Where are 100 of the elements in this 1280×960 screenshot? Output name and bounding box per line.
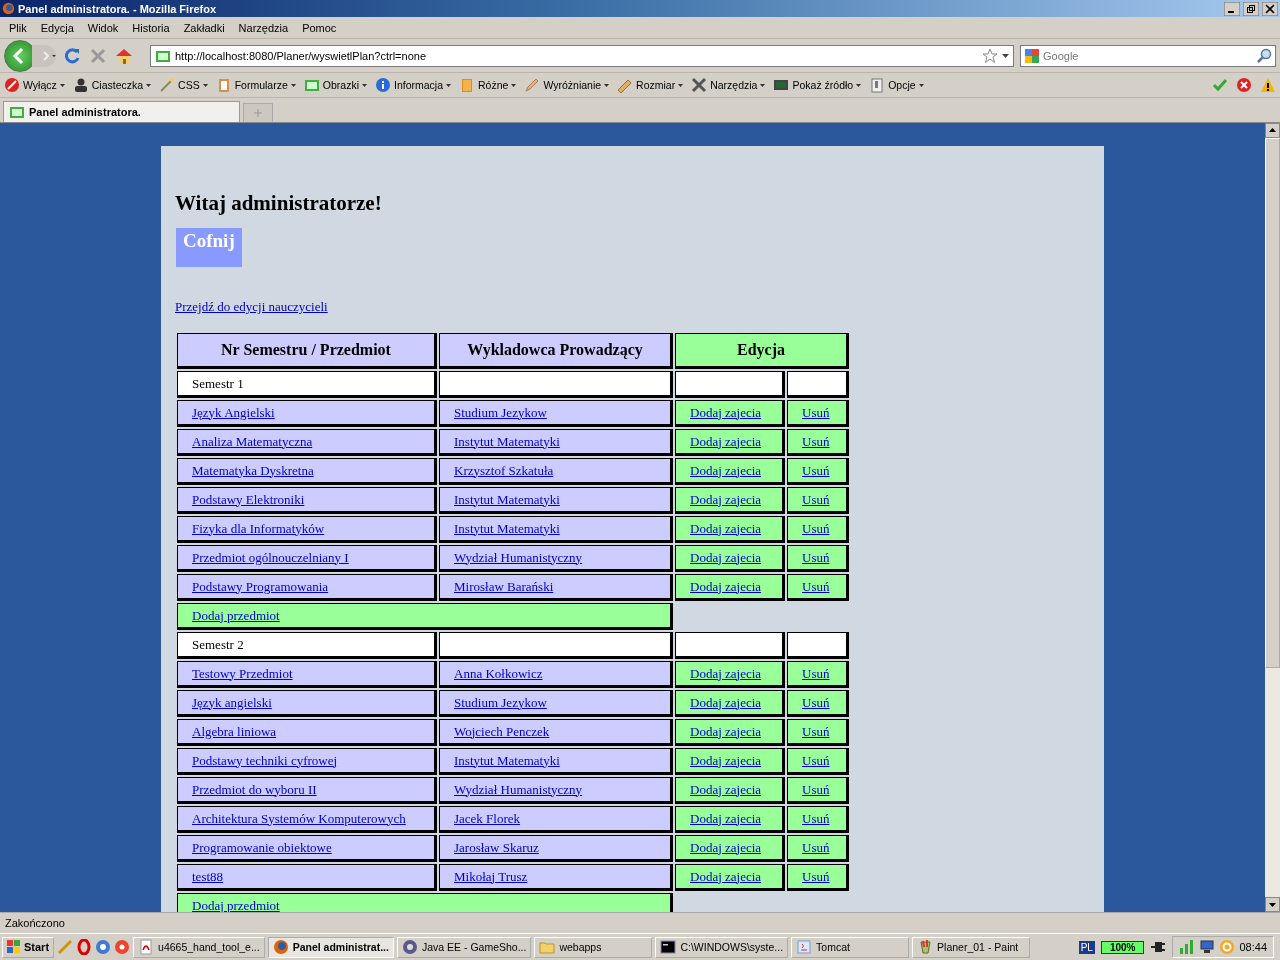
add-classes-link[interactable]: Dodaj zajecia — [675, 458, 785, 485]
error-icon[interactable] — [1236, 77, 1252, 93]
caret-icon[interactable] — [362, 83, 367, 87]
delete-link[interactable]: Usuń — [787, 429, 849, 456]
browser-tab[interactable]: Panel administratora. — [3, 101, 240, 122]
subject-cell[interactable]: Analiza Matematyczna — [177, 429, 437, 456]
caret-icon[interactable] — [59, 83, 65, 87]
add-classes-link[interactable]: Dodaj zajecia — [675, 429, 785, 456]
menu-item[interactable]: Plik — [2, 21, 34, 34]
battery-indicator[interactable]: 100% — [1100, 940, 1145, 954]
plug-icon[interactable] — [1150, 939, 1167, 955]
add-classes-link[interactable]: Dodaj zajecia — [675, 719, 785, 746]
taskbar-button[interactable]: Panel administrat... — [267, 936, 394, 958]
subject-cell[interactable]: Programowanie obiektowe — [177, 835, 437, 862]
add-classes-link[interactable]: Dodaj zajecia — [675, 806, 785, 833]
delete-link[interactable]: Usuń — [787, 835, 849, 862]
address-bar[interactable]: http://localhost:8080/Planer/wyswietlPlan?ctrl=none — [150, 44, 1014, 67]
taskbar-button[interactable]: webapps — [534, 936, 653, 958]
caret-icon[interactable] — [760, 83, 766, 87]
add-classes-link[interactable]: Dodaj zajecia — [675, 748, 785, 775]
toolbar-menu[interactable]: Wyłącz — [23, 79, 57, 91]
subject-cell[interactable]: Język Angielski — [177, 400, 437, 427]
address-field[interactable]: http://localhost:8080/Planer/wyswietlPlan?ctrl=none — [175, 49, 978, 62]
subject-cell[interactable]: Język angielski — [177, 690, 437, 717]
taskbar-button[interactable]: C:\WINDOWS\syste... — [655, 936, 789, 958]
menu-item[interactable]: Zakładki — [176, 21, 232, 34]
teacher-cell[interactable]: Instytut Matematyki — [439, 516, 673, 543]
toolbar-menu[interactable]: Informacja — [394, 79, 444, 91]
toolbar-menu[interactable]: Pokaż źródło — [792, 79, 854, 91]
menu-item[interactable]: Pomoc — [295, 21, 344, 34]
delete-link[interactable]: Usuń — [787, 690, 849, 717]
teacher-cell[interactable]: Jacek Florek — [439, 806, 673, 833]
delete-link[interactable]: Usuń — [787, 864, 849, 891]
caret-icon[interactable] — [446, 83, 452, 87]
toolbar-menu[interactable]: Różne — [478, 79, 509, 91]
delete-link[interactable]: Usuń — [787, 661, 849, 688]
dropdown-icon[interactable] — [1002, 53, 1009, 58]
add-classes-link[interactable]: Dodaj zajecia — [675, 777, 785, 804]
add-classes-link[interactable]: Dodaj zajecia — [675, 400, 785, 427]
subject-cell[interactable]: Matematyka Dyskretna — [177, 458, 437, 485]
caret-icon[interactable] — [511, 83, 517, 87]
teacher-cell[interactable]: Wojciech Penczek — [439, 719, 673, 746]
toolbar-menu[interactable]: Ciasteczka — [91, 79, 144, 91]
teacher-cell[interactable]: Mirosław Barański — [439, 574, 673, 601]
toolbar-menu[interactable]: Obrazki — [322, 79, 359, 91]
star-icon[interactable] — [982, 47, 998, 64]
minimize-button[interactable] — [1224, 1, 1240, 16]
caret-icon[interactable] — [604, 83, 610, 87]
taskbar-button[interactable]: u4665_hand_tool_e... — [133, 936, 265, 958]
scroll-up-button[interactable] — [1265, 123, 1280, 138]
teacher-cell[interactable]: Studium Jezykow — [439, 400, 673, 427]
restore-button[interactable] — [1243, 1, 1259, 16]
delete-link[interactable]: Usuń — [787, 487, 849, 514]
add-classes-link[interactable]: Dodaj zajecia — [675, 864, 785, 891]
toolbar-menu[interactable]: Opcje — [888, 79, 916, 91]
checkmark-icon[interactable] — [1212, 77, 1228, 93]
delete-link[interactable]: Usuń — [787, 719, 849, 746]
search-icon[interactable] — [1256, 47, 1272, 64]
add-classes-link[interactable]: Dodaj zajecia — [675, 690, 785, 717]
delete-link[interactable]: Usuń — [787, 806, 849, 833]
teacher-cell[interactable]: Instytut Matematyki — [439, 748, 673, 775]
add-subject-link[interactable]: Dodaj przedmiot — [177, 893, 673, 912]
teacher-cell[interactable]: Instytut Matematyki — [439, 487, 673, 514]
toolbar-menu[interactable]: Rozmiar — [636, 79, 676, 91]
subject-cell[interactable]: Fizyka dla Informatyków — [177, 516, 437, 543]
menu-item[interactable]: Historia — [125, 21, 177, 34]
caret-icon[interactable] — [678, 83, 684, 87]
subject-cell[interactable]: test88 — [177, 864, 437, 891]
subject-cell[interactable]: Algebra liniowa — [177, 719, 437, 746]
toolbar-menu[interactable]: CSS — [178, 79, 200, 91]
search-field[interactable]: Google — [1043, 49, 1253, 62]
teacher-cell[interactable]: Wydział Humanistyczny — [439, 545, 673, 572]
opera-icon[interactable] — [76, 939, 93, 955]
search-engine-icon[interactable] — [1024, 47, 1040, 64]
subject-cell[interactable]: Podstawy techniki cyfrowej — [177, 748, 437, 775]
delete-link[interactable]: Usuń — [787, 748, 849, 775]
subject-cell[interactable]: Architektura Systemów Komputerowych — [177, 806, 437, 833]
toolbar-menu[interactable]: Wyróżnianie — [543, 79, 602, 91]
scroll-thumb[interactable] — [1265, 138, 1280, 668]
subject-cell[interactable]: Testowy Przedmiot — [177, 661, 437, 688]
monitor-icon[interactable] — [1199, 939, 1216, 955]
subject-cell[interactable]: Przedmiot do wyboru II — [177, 777, 437, 804]
caret-icon[interactable] — [290, 83, 296, 87]
toolbar-menu[interactable]: Narzędzia — [710, 79, 758, 91]
subject-cell[interactable]: Podstawy Elektroniki — [177, 487, 437, 514]
search-bar[interactable]: Google — [1020, 44, 1276, 67]
caret-icon[interactable] — [202, 83, 208, 87]
reload-icon[interactable] — [62, 45, 82, 66]
teacher-cell[interactable]: Studium Jezykow — [439, 690, 673, 717]
teacher-cell[interactable]: Anna Kołkowicz — [439, 661, 673, 688]
delete-link[interactable]: Usuń — [787, 458, 849, 485]
delete-link[interactable]: Usuń — [787, 545, 849, 572]
add-classes-link[interactable]: Dodaj zajecia — [675, 835, 785, 862]
menu-item[interactable]: Edycja — [33, 21, 81, 34]
caret-icon[interactable] — [146, 83, 152, 87]
teacher-cell[interactable]: Instytut Matematyki — [439, 429, 673, 456]
delete-link[interactable]: Usuń — [787, 574, 849, 601]
add-classes-link[interactable]: Dodaj zajecia — [675, 574, 785, 601]
delete-link[interactable]: Usuń — [787, 516, 849, 543]
subject-cell[interactable]: Przedmiot ogólnouczelniany I — [177, 545, 437, 572]
